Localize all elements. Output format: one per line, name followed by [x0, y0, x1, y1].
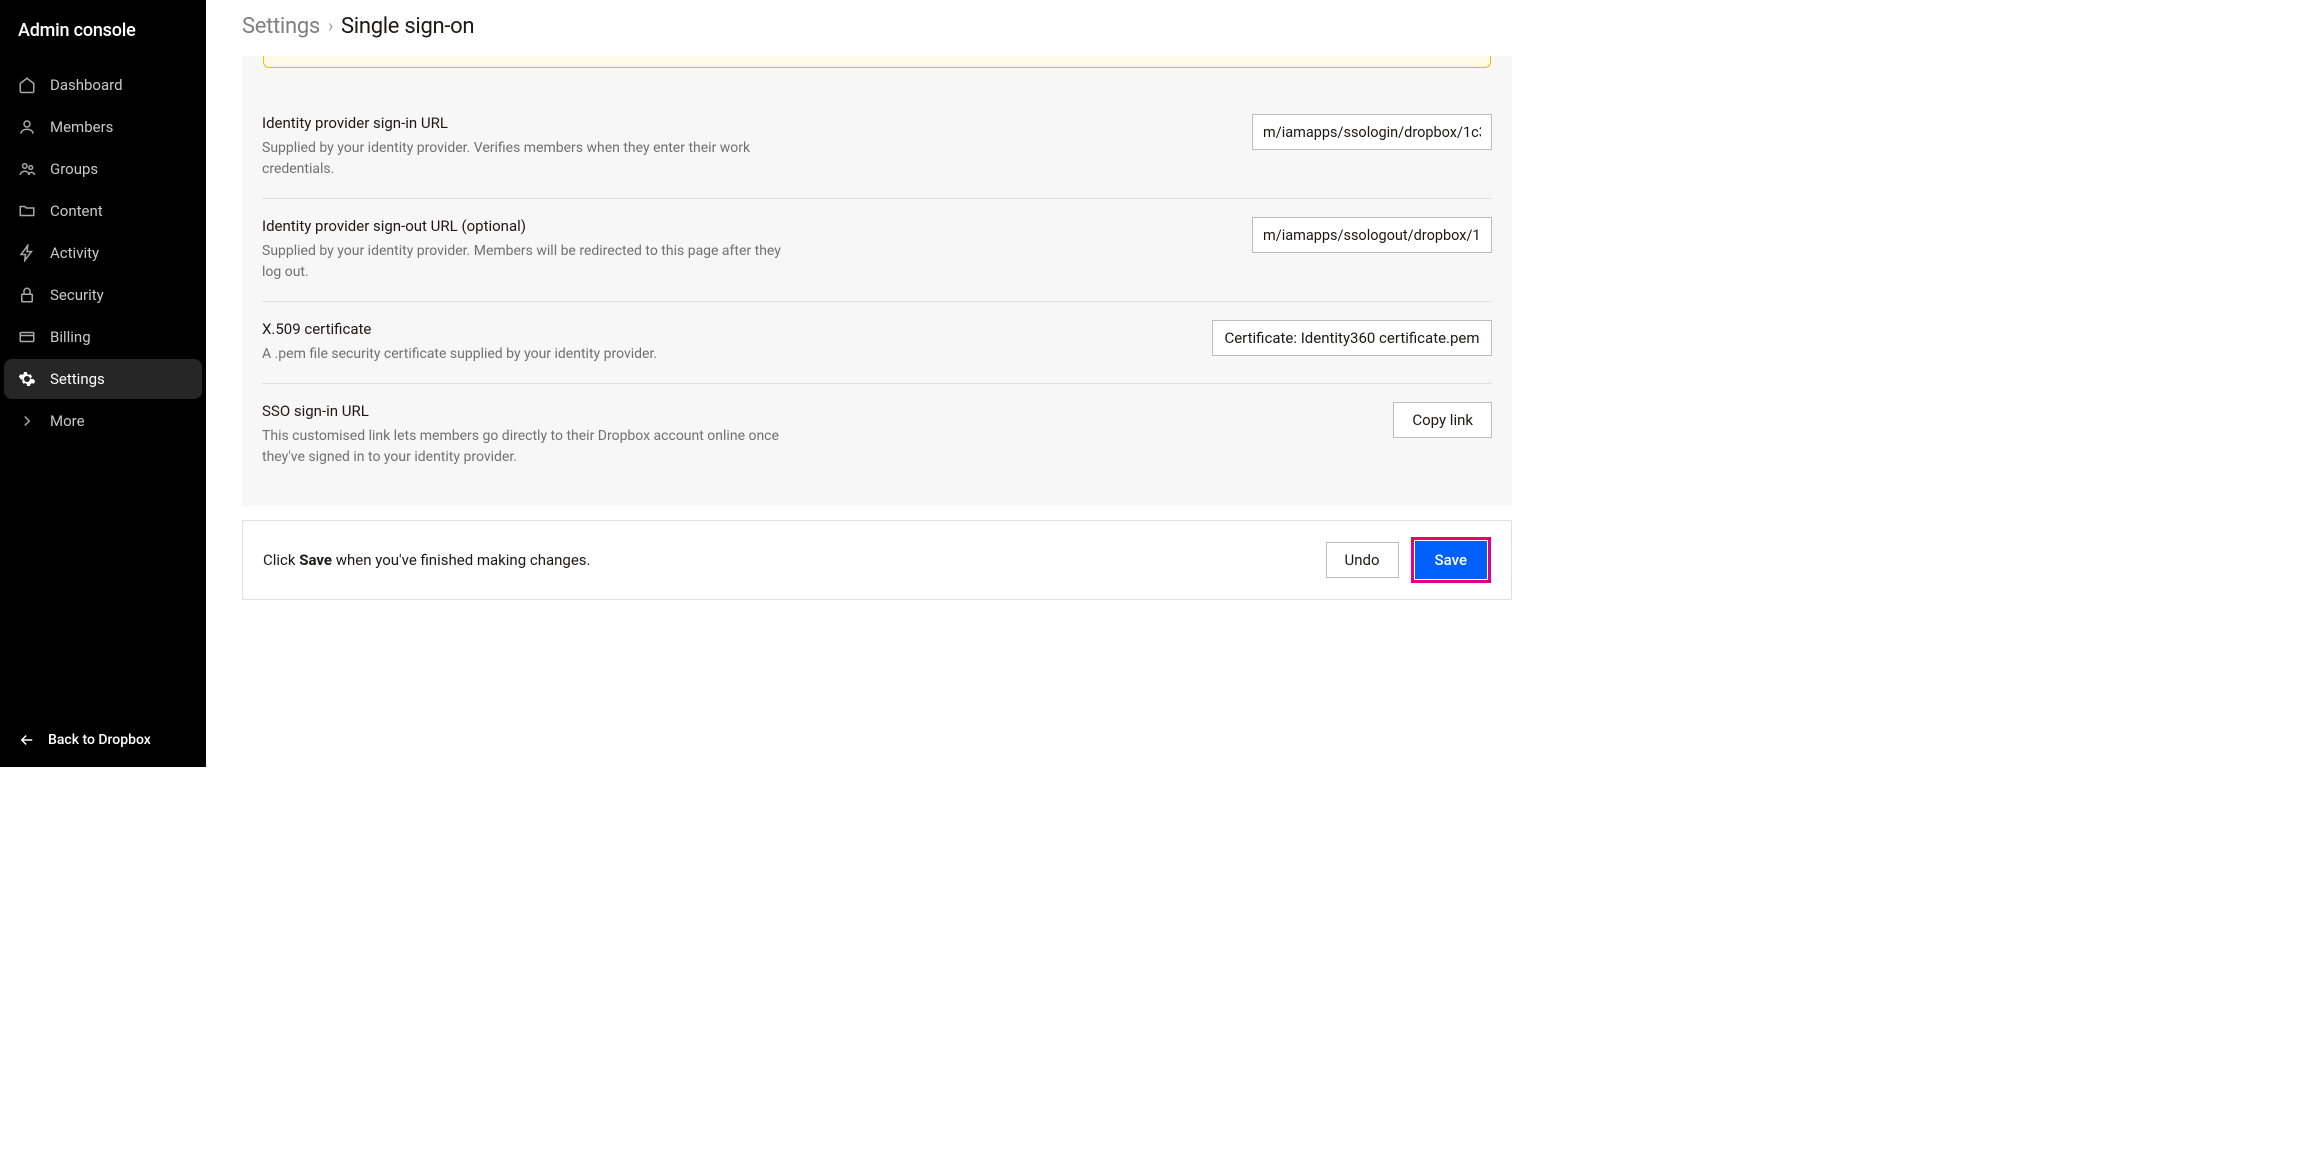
card-icon	[18, 328, 36, 346]
sidebar-item-groups[interactable]: Groups	[4, 149, 202, 189]
sidebar-item-settings[interactable]: Settings	[4, 359, 202, 399]
alert-banner	[263, 56, 1491, 68]
save-bar-text: Click Save when you've finished making c…	[263, 551, 591, 569]
sidebar-item-activity[interactable]: Activity	[4, 233, 202, 273]
breadcrumb-current: Single sign-on	[341, 14, 474, 39]
sidebar-item-label: Content	[50, 202, 103, 220]
sidebar: Admin console Dashboard Members Groups	[0, 0, 206, 767]
sidebar-item-members[interactable]: Members	[4, 107, 202, 147]
field-desc: A .pem file security certificate supplie…	[262, 344, 657, 365]
sidebar-item-label: Settings	[50, 370, 105, 388]
sidebar-item-label: Billing	[50, 328, 91, 346]
field-label: Identity provider sign-in URL	[262, 114, 782, 132]
content: Identity provider sign-in URL Supplied b…	[206, 56, 1548, 767]
breadcrumb-parent[interactable]: Settings	[242, 14, 320, 39]
sidebar-item-content[interactable]: Content	[4, 191, 202, 231]
signin-url-input[interactable]	[1252, 114, 1492, 150]
gear-icon	[18, 370, 36, 388]
field-desc: Supplied by your identity provider. Veri…	[262, 138, 782, 180]
sidebar-item-label: More	[50, 412, 85, 430]
sidebar-item-billing[interactable]: Billing	[4, 317, 202, 357]
field-label: Identity provider sign-out URL (optional…	[262, 217, 782, 235]
field-label: X.509 certificate	[262, 320, 657, 338]
signout-url-input[interactable]	[1252, 217, 1492, 253]
chevron-right-icon	[18, 412, 36, 430]
sidebar-item-label: Security	[50, 286, 104, 304]
main: Settings › Single sign-on Identity provi…	[206, 0, 1548, 767]
sidebar-item-label: Members	[50, 118, 113, 136]
copy-link-button[interactable]: Copy link	[1393, 402, 1492, 438]
certificate-display[interactable]: Certificate: Identity360 certificate.pem	[1212, 320, 1492, 356]
people-icon	[18, 160, 36, 178]
arrow-left-icon	[18, 731, 36, 749]
row-sso-url: SSO sign-in URL This customised link let…	[262, 384, 1492, 486]
sidebar-title: Admin console	[0, 0, 206, 57]
sidebar-item-more[interactable]: More	[4, 401, 202, 441]
row-signout-url: Identity provider sign-out URL (optional…	[262, 199, 1492, 302]
sidebar-item-label: Activity	[50, 244, 99, 262]
sidebar-item-security[interactable]: Security	[4, 275, 202, 315]
back-label: Back to Dropbox	[48, 732, 151, 748]
back-to-dropbox[interactable]: Back to Dropbox	[0, 713, 206, 767]
breadcrumb: Settings › Single sign-on	[206, 0, 1548, 56]
sso-form-panel: Identity provider sign-in URL Supplied b…	[242, 56, 1512, 506]
save-bar: Click Save when you've finished making c…	[242, 520, 1512, 600]
person-icon	[18, 118, 36, 136]
sidebar-nav: Dashboard Members Groups Content	[0, 57, 206, 713]
home-icon	[18, 76, 36, 94]
save-button[interactable]: Save	[1415, 541, 1487, 579]
row-signin-url: Identity provider sign-in URL Supplied b…	[262, 96, 1492, 199]
lock-icon	[18, 286, 36, 304]
sidebar-item-label: Groups	[50, 160, 98, 178]
lightning-icon	[18, 244, 36, 262]
field-label: SSO sign-in URL	[262, 402, 782, 420]
field-desc: Supplied by your identity provider. Memb…	[262, 241, 782, 283]
undo-button[interactable]: Undo	[1326, 542, 1399, 578]
sidebar-item-label: Dashboard	[50, 76, 123, 94]
sidebar-item-dashboard[interactable]: Dashboard	[4, 65, 202, 105]
chevron-right-icon: ›	[328, 16, 333, 37]
folder-icon	[18, 202, 36, 220]
field-desc: This customised link lets members go dir…	[262, 426, 782, 468]
save-highlight-box: Save	[1411, 537, 1491, 583]
row-certificate: X.509 certificate A .pem file security c…	[262, 302, 1492, 384]
